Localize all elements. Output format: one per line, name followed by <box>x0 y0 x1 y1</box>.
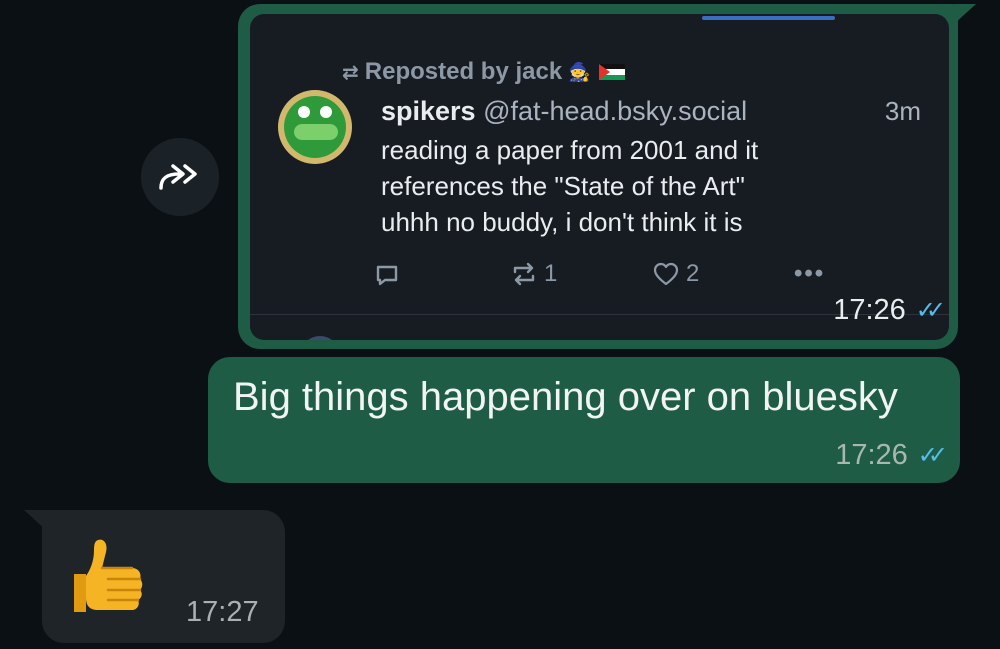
repost-label: Reposted by jack <box>364 58 563 85</box>
scroll-indicator <box>702 16 835 20</box>
forward-double-arrow-icon <box>159 164 197 190</box>
post-text: reading a paper from 2001 and it referen… <box>381 132 901 240</box>
time-text: 17:27 <box>186 596 259 628</box>
wizard-emoji-icon: 🧙 <box>568 61 591 82</box>
bubble-tail <box>954 4 976 24</box>
like-button[interactable]: 2 <box>652 260 699 288</box>
post-author[interactable]: spikers @fat-head.bsky.social <box>381 96 747 127</box>
author-name: spikers <box>381 96 476 126</box>
repost-button[interactable]: 1 <box>510 260 557 288</box>
palestine-flag-icon <box>598 63 625 81</box>
message-text: Big things happening over on bluesky <box>233 375 898 419</box>
read-receipt-icon: ✓✓ <box>917 442 948 469</box>
post-text-line: uhhh no buddy, i don't think it is <box>381 207 743 237</box>
heart-icon <box>653 262 679 286</box>
post-text-line: references the "State of the Art" <box>381 171 745 201</box>
repost-count: 1 <box>544 260 558 287</box>
outgoing-message-bubble[interactable]: ⇄ Reposted by jack 🧙 spikers @fat-head.b… <box>238 4 976 349</box>
message-timestamp: 17:26 ✓✓ <box>833 294 946 327</box>
post-actions: 1 2 ••• <box>374 260 844 294</box>
time-text: 17:26 <box>835 439 908 471</box>
post-age: 3m <box>884 96 921 126</box>
incoming-message-bubble[interactable]: 17:27 <box>24 510 285 643</box>
thumbs-up-icon <box>74 539 143 612</box>
more-dots-icon: ••• <box>794 260 826 287</box>
author-handle: @fat-head.bsky.social <box>483 96 748 126</box>
repost-count-icon <box>513 262 535 286</box>
author-avatar[interactable] <box>278 90 352 164</box>
message-timestamp: 17:26 ✓✓ <box>835 439 948 472</box>
forward-button[interactable] <box>141 138 219 216</box>
repost-icon: ⇄ <box>342 61 359 84</box>
like-count: 2 <box>686 260 700 287</box>
bubble-tail <box>24 510 46 530</box>
post-text-line: reading a paper from 2001 and it <box>381 135 759 165</box>
repost-line: ⇄ Reposted by jack 🧙 <box>342 58 625 86</box>
next-post-avatar <box>300 336 340 340</box>
embedded-post-image[interactable]: ⇄ Reposted by jack 🧙 spikers @fat-head.b… <box>250 14 949 340</box>
more-options-button[interactable]: ••• <box>794 260 825 288</box>
read-receipt-icon: ✓✓ <box>915 297 946 324</box>
reply-icon <box>376 265 398 286</box>
time-text: 17:26 <box>833 294 906 326</box>
reply-button[interactable] <box>374 262 400 288</box>
message-timestamp: 17:27 <box>186 596 259 629</box>
outgoing-message-bubble[interactable]: Big things happening over on bluesky 17:… <box>208 357 960 483</box>
